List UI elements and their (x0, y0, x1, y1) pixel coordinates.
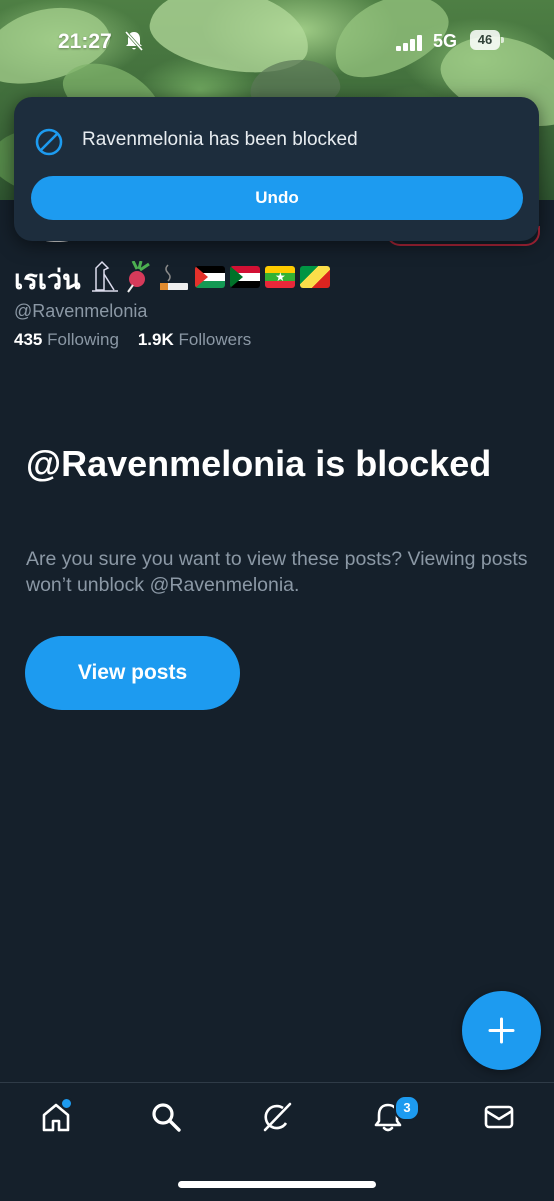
tab-home[interactable] (36, 1097, 76, 1137)
mail-icon (484, 1105, 514, 1129)
followers-count: 1.9K (137, 330, 174, 349)
search-icon (152, 1103, 181, 1132)
block-icon (35, 128, 63, 156)
profile-handle: @Ravenmelonia (14, 301, 148, 321)
home-unread-dot (60, 1097, 73, 1110)
flag-myanmar: ★ (265, 266, 295, 288)
status-bar: 21:27 5G 46 (0, 0, 554, 84)
followers-label: Followers (178, 330, 252, 349)
flag-sudan (230, 266, 260, 288)
blocked-subtitle: Are you sure you want to view these post… (26, 548, 528, 596)
undo-button[interactable]: Undo (31, 176, 523, 220)
radish-icon (127, 261, 150, 293)
grok-icon (263, 1102, 292, 1132)
toast-message: Ravenmelonia has been blocked (82, 129, 358, 150)
tab-notifications[interactable]: 3 (368, 1095, 420, 1137)
tab-search[interactable] (146, 1097, 186, 1137)
network-type: 5G (433, 31, 458, 51)
bell-slash-icon (124, 31, 144, 51)
following-count: 435 (14, 330, 43, 349)
pharaoh-glyph-icon (92, 260, 118, 292)
view-posts-button[interactable]: View posts (25, 636, 240, 710)
home-indicator[interactable] (178, 1181, 376, 1188)
profile-stats: 435 Following 1.9K Followers (14, 330, 251, 350)
following-link[interactable]: 435 Following (14, 330, 119, 349)
cigarette-icon (160, 264, 188, 290)
flag-palestine (195, 266, 225, 288)
display-name: เรเว่น (14, 265, 81, 295)
tab-grok[interactable] (257, 1097, 297, 1137)
tab-messages[interactable] (479, 1097, 519, 1137)
followers-link[interactable]: 1.9K Followers (138, 330, 251, 349)
battery-icon: 46 (470, 30, 504, 50)
blocked-title: @Ravenmelonia is blocked (26, 443, 492, 484)
plus-icon (488, 1017, 515, 1044)
status-time: 21:27 (58, 30, 112, 53)
name-emojis: ★ (90, 260, 330, 294)
compose-button[interactable] (462, 991, 541, 1070)
blocked-toast: Ravenmelonia has been blocked Undo (14, 97, 539, 241)
following-label: Following (47, 330, 119, 349)
signal-icon (396, 35, 426, 51)
notifications-badge: 3 (394, 1095, 420, 1121)
flag-congo (300, 266, 330, 288)
